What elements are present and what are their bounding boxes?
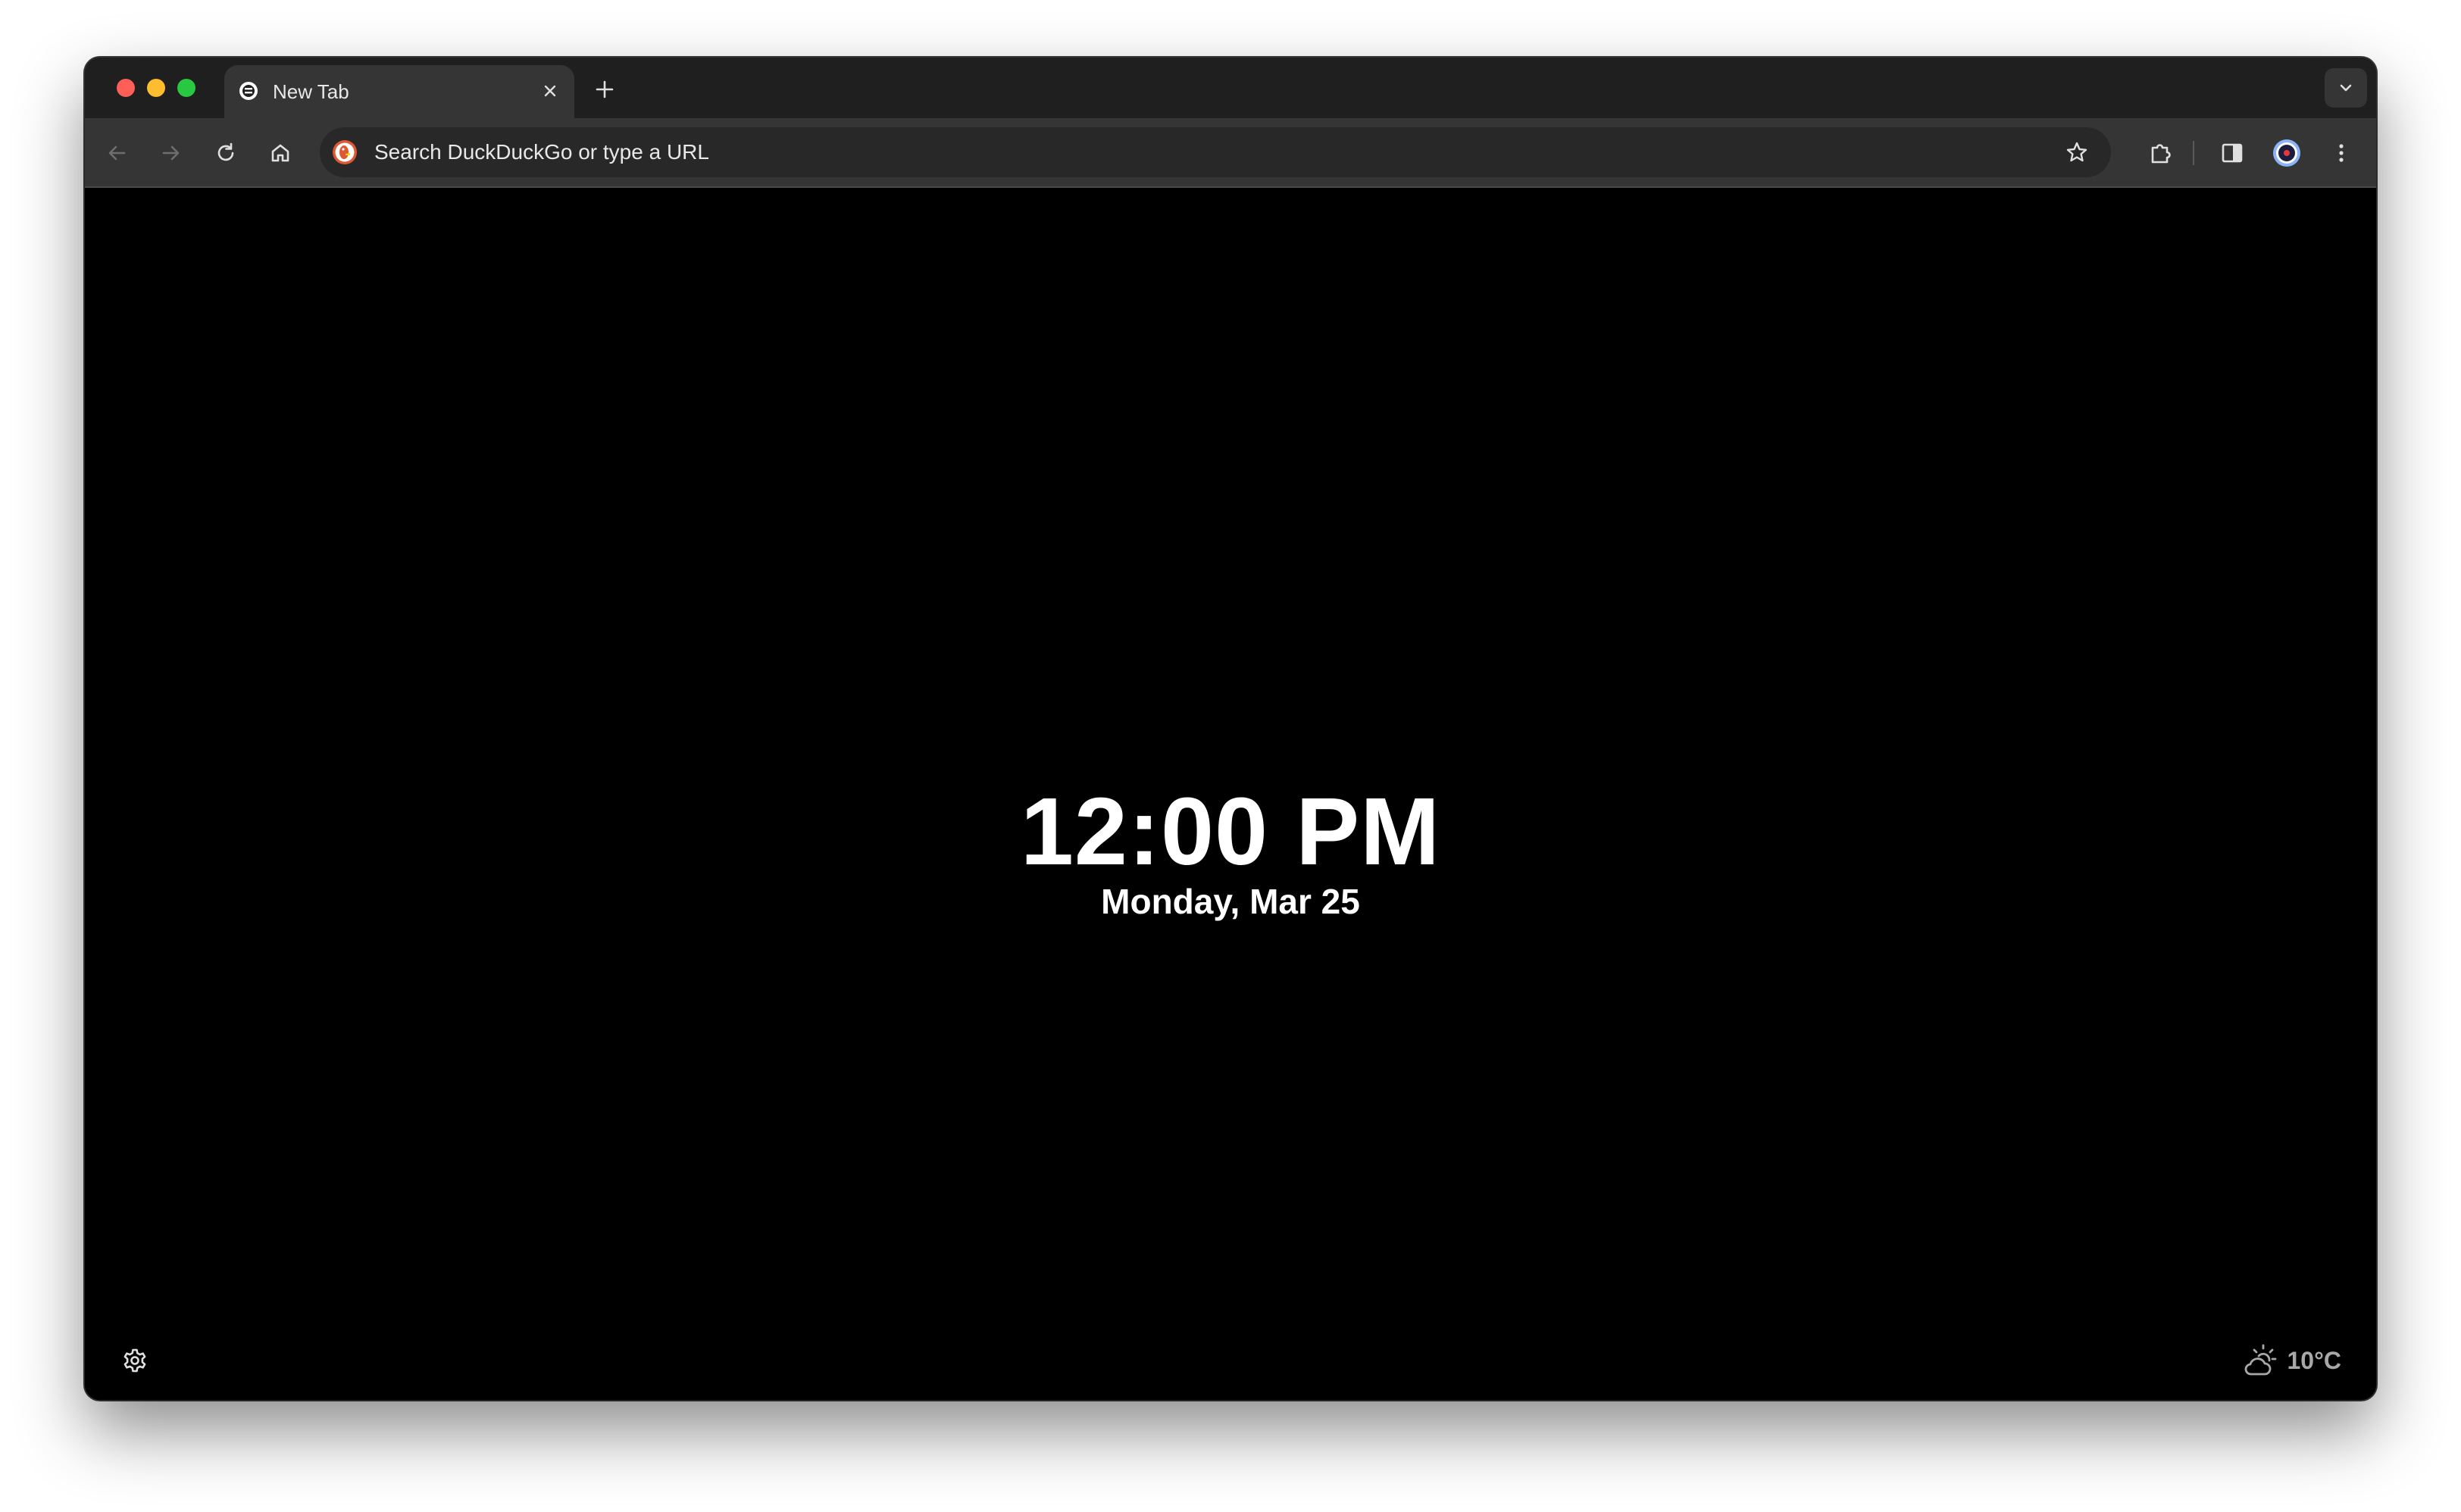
tab-title: New Tab: [273, 80, 349, 103]
clock-time: 12:00 PM: [1020, 778, 1441, 885]
new-tab-button[interactable]: [589, 74, 620, 105]
gear-icon: [124, 1348, 146, 1373]
minimize-window-button[interactable]: [147, 79, 165, 97]
new-tab-page: 12:00 PM Monday, Mar 25 10°C: [85, 188, 2376, 1400]
profile-avatar-icon: [2273, 139, 2300, 167]
browser-window: New Tab Search DuckDuckGo or type a URL …: [85, 58, 2376, 1400]
forward-icon: [162, 145, 180, 161]
forward-button[interactable]: [153, 135, 189, 171]
tab-close-button[interactable]: [536, 77, 564, 105]
star-icon: [2066, 142, 2087, 162]
close-window-button[interactable]: [117, 79, 135, 97]
home-button[interactable]: [262, 135, 299, 171]
puzzle-piece-icon: [2151, 144, 2171, 164]
chevron-down-icon: [2340, 84, 2352, 92]
plus-icon: [596, 80, 614, 98]
settings-button[interactable]: [118, 1344, 152, 1377]
back-icon: [108, 145, 126, 161]
bookmark-button[interactable]: [2061, 136, 2093, 168]
toolbar-divider: [2193, 141, 2194, 165]
side-panel-button[interactable]: [2214, 135, 2250, 171]
address-bar[interactable]: Search DuckDuckGo or type a URL: [320, 127, 2111, 177]
partly-cloudy-icon: [2244, 1344, 2276, 1376]
tab-strip: New Tab: [85, 58, 2376, 118]
side-panel-icon: [2222, 143, 2243, 163]
zoom-window-button[interactable]: [177, 79, 195, 97]
tab-new-tab[interactable]: New Tab: [224, 65, 574, 118]
close-icon: [544, 85, 556, 97]
toolbar: Search DuckDuckGo or type a URL: [85, 118, 2376, 188]
weather-temperature: 10°C: [2287, 1346, 2342, 1374]
duckduckgo-icon: [333, 140, 357, 164]
tab-search-button[interactable]: [2325, 68, 2367, 108]
reload-icon: [217, 142, 234, 161]
weather-widget[interactable]: 10°C: [2241, 1341, 2342, 1380]
profile-button[interactable]: [2269, 135, 2305, 171]
address-bar-placeholder: Search DuckDuckGo or type a URL: [374, 140, 709, 164]
clock-date: Monday, Mar 25: [1101, 882, 1360, 921]
tab-favicon-icon: [239, 82, 258, 100]
menu-kebab-icon: [2339, 144, 2344, 162]
menu-button[interactable]: [2323, 135, 2359, 171]
back-button[interactable]: [99, 135, 135, 171]
home-icon: [271, 144, 289, 162]
reload-button[interactable]: [208, 135, 244, 171]
extensions-button[interactable]: [2143, 135, 2179, 171]
